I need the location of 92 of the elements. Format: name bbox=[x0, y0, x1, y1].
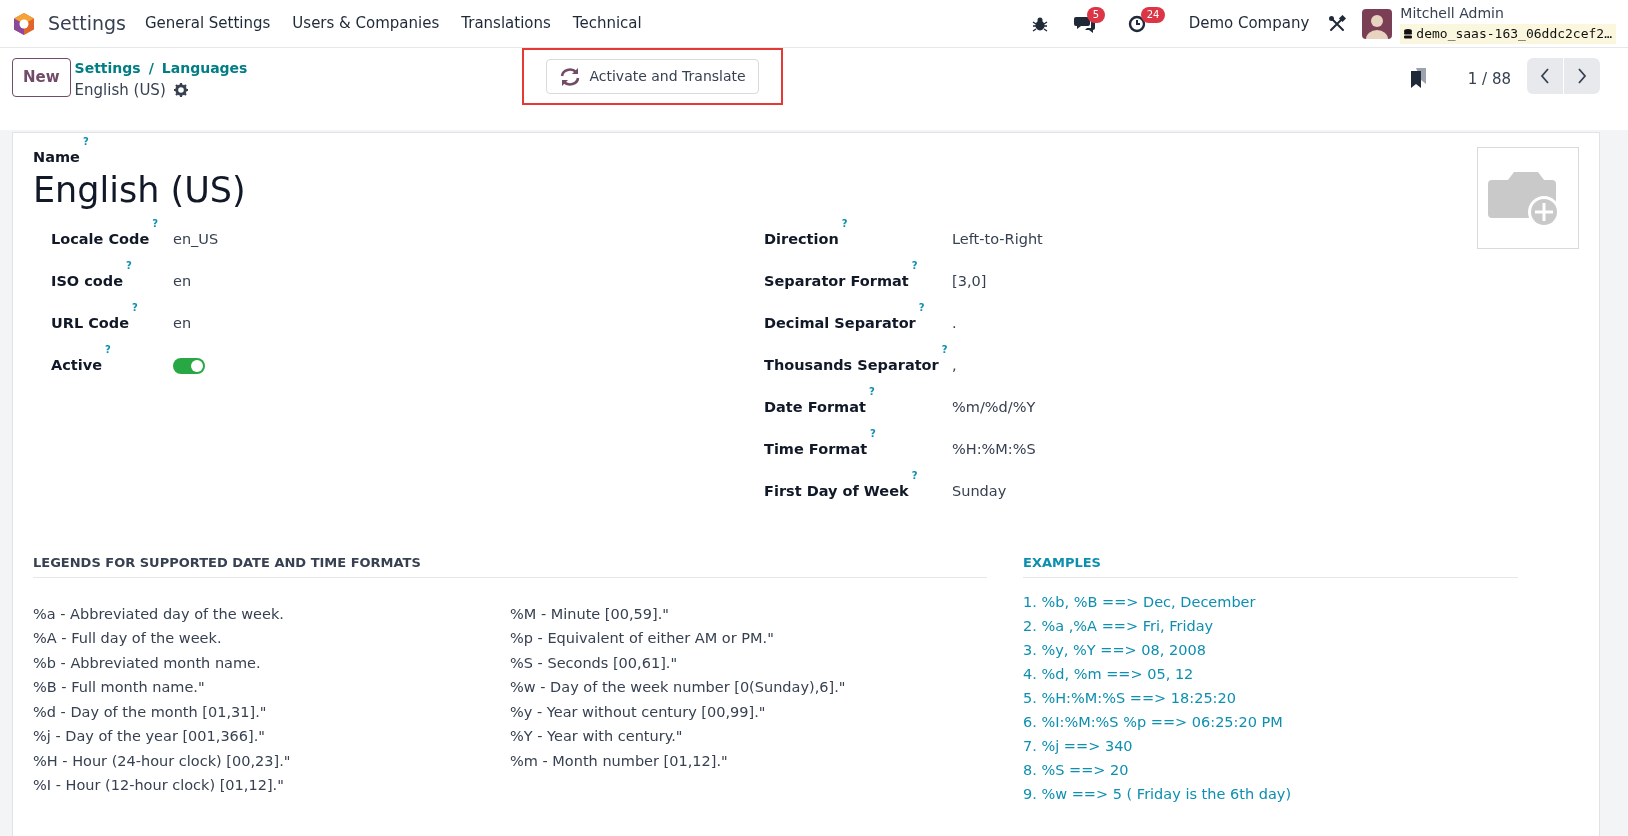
chevron-left-icon bbox=[1540, 68, 1550, 84]
legend-line: %A - Full day of the week. bbox=[33, 629, 223, 648]
help-tooltip[interactable]: ? bbox=[941, 344, 948, 356]
field-value[interactable]: en_US bbox=[173, 229, 219, 251]
field-label: URL Code bbox=[51, 315, 130, 332]
legend-line: %a - Abbreviated day of the week. bbox=[33, 604, 285, 624]
toggle-switch[interactable] bbox=[173, 358, 205, 374]
example-line: 6. %I:%M:%S %p ==> 06:25:20 PM bbox=[1023, 712, 1284, 732]
field-label: Date Format bbox=[764, 399, 866, 416]
section-title: LEGENDS FOR SUPPORTED DATE AND TIME FORMATS bbox=[33, 553, 987, 578]
avatar-icon[interactable] bbox=[1362, 8, 1393, 39]
legend-line: %B - Full month name." bbox=[33, 678, 206, 697]
next-button[interactable] bbox=[1564, 58, 1600, 94]
example-line: 5. %H:%M:%S ==> 18:25:20 bbox=[1023, 688, 1237, 708]
menu-item[interactable]: Users & Companies bbox=[281, 8, 451, 39]
legend-line: %d - Day of the month [01,31]." bbox=[33, 702, 268, 722]
field-label: First Day of Week bbox=[764, 483, 909, 500]
legend-line: %I - Hour (12-hour clock) [01,12]." bbox=[33, 776, 285, 795]
activate-translate-button[interactable]: Activate and Translate bbox=[546, 59, 759, 94]
record-name[interactable]: English (US) bbox=[33, 168, 246, 211]
legend-line: %H - Hour (24-hour clock) [00,23]." bbox=[33, 751, 292, 771]
legend-line: %j - Day of the year [001,366]." bbox=[33, 727, 266, 746]
legend-line: %b - Abbreviated month name. bbox=[33, 653, 262, 673]
help-tooltip[interactable]: ? bbox=[868, 386, 875, 398]
app-logo-icon[interactable] bbox=[12, 11, 36, 36]
example-line: 8. %S ==> 20 bbox=[1023, 760, 1130, 780]
field-label: Active bbox=[51, 357, 102, 374]
pager-value: 1 / 88 bbox=[1467, 69, 1511, 90]
field-value[interactable]: %H:%M:%S bbox=[952, 439, 1036, 461]
field-value[interactable]: Sunday bbox=[952, 481, 1007, 503]
menu-item[interactable]: Translations bbox=[450, 8, 562, 39]
field-value[interactable]: Left-to-Right bbox=[952, 229, 1043, 251]
help-tooltip[interactable]: ? bbox=[870, 428, 876, 440]
breadcrumb-link[interactable]: Languages bbox=[161, 58, 248, 79]
example-line: 7. %j ==> 340 bbox=[1023, 736, 1134, 756]
bug-icon[interactable] bbox=[1031, 15, 1048, 32]
breadcrumb-separator: / bbox=[148, 59, 154, 78]
count-badge: 5 bbox=[1086, 6, 1105, 23]
help-tooltip[interactable]: ? bbox=[126, 260, 132, 272]
example-line: 9. %w ==> 5 ( Friday is the 6th day) bbox=[1023, 784, 1293, 804]
field-value[interactable]: , bbox=[952, 355, 957, 377]
legend-line: %y - Year without century [00,99]." bbox=[510, 702, 767, 722]
field-label: Thousands Separator bbox=[764, 357, 939, 374]
field-label: Time Format bbox=[764, 441, 868, 458]
help-tooltip[interactable]: ? bbox=[152, 218, 159, 230]
example-line: 3. %y, %Y ==> 08, 2008 bbox=[1023, 640, 1207, 660]
chevron-right-icon bbox=[1577, 68, 1587, 84]
clock-icon[interactable] bbox=[1127, 14, 1146, 33]
help-tooltip[interactable]: ? bbox=[841, 218, 848, 230]
legend-line: %p - Equivalent of either AM or PM." bbox=[510, 629, 775, 648]
field-label: Locale Code bbox=[51, 231, 150, 248]
count-badge: 24 bbox=[1140, 6, 1166, 23]
help-tooltip[interactable]: ? bbox=[132, 302, 138, 314]
help-tooltip[interactable]: ? bbox=[82, 136, 89, 147]
field-label: Name bbox=[33, 149, 80, 165]
legend-line: %Y - Year with century." bbox=[510, 727, 684, 746]
field-value[interactable]: en bbox=[173, 271, 192, 293]
app-name[interactable]: Settings bbox=[48, 9, 126, 38]
tools-icon[interactable] bbox=[1328, 14, 1347, 33]
section-title: EXAMPLES bbox=[1023, 553, 1518, 578]
example-line: 2. %a ,%A ==> Fri, Friday bbox=[1023, 616, 1215, 636]
help-tooltip[interactable]: ? bbox=[105, 344, 111, 356]
help-tooltip[interactable]: ? bbox=[911, 470, 918, 482]
example-line: 4. %d, %m ==> 05, 12 bbox=[1023, 664, 1195, 684]
help-tooltip[interactable]: ? bbox=[918, 302, 925, 314]
company-switcher[interactable]: Demo Company bbox=[1177, 8, 1321, 39]
settings-icon[interactable] bbox=[173, 83, 188, 98]
field-label: ISO code bbox=[51, 273, 123, 290]
example-line: 1. %b, %B ==> Dec, December bbox=[1023, 592, 1257, 612]
legend-line: %M - Minute [00,59]." bbox=[510, 604, 670, 624]
field-value[interactable]: en bbox=[173, 313, 192, 335]
legend-line: %m - Month number [01,12]." bbox=[510, 751, 729, 771]
breadcrumb-link[interactable]: Settings bbox=[74, 58, 141, 79]
database-icon bbox=[1404, 29, 1413, 39]
user-name[interactable]: Mitchell Admin bbox=[1400, 3, 1616, 25]
field-value[interactable]: %m/%d/%Y bbox=[952, 397, 1036, 419]
new-button[interactable]: New bbox=[12, 58, 71, 97]
refresh-icon bbox=[559, 66, 582, 87]
field-label: Decimal Separator bbox=[764, 315, 916, 332]
legend-line: %w - Day of the week number [0(Sunday),6]." bbox=[510, 678, 847, 697]
field-label: Direction bbox=[764, 231, 839, 248]
menu-item[interactable]: General Settings bbox=[133, 8, 282, 39]
menu-item[interactable]: Technical bbox=[561, 8, 653, 39]
bookmark-icon[interactable] bbox=[1409, 68, 1428, 88]
database-tag: demo_saas-163_06ddc2cef2… bbox=[1400, 24, 1616, 44]
field-label: Separator Format bbox=[764, 273, 909, 290]
field-value[interactable]: [3,0] bbox=[952, 271, 987, 293]
previous-button[interactable] bbox=[1527, 58, 1563, 94]
record-title: English (US) bbox=[74, 80, 166, 101]
help-tooltip[interactable]: ? bbox=[911, 260, 918, 272]
field-value[interactable]: . bbox=[952, 313, 957, 335]
legend-line: %S - Seconds [00,61]." bbox=[510, 653, 679, 673]
